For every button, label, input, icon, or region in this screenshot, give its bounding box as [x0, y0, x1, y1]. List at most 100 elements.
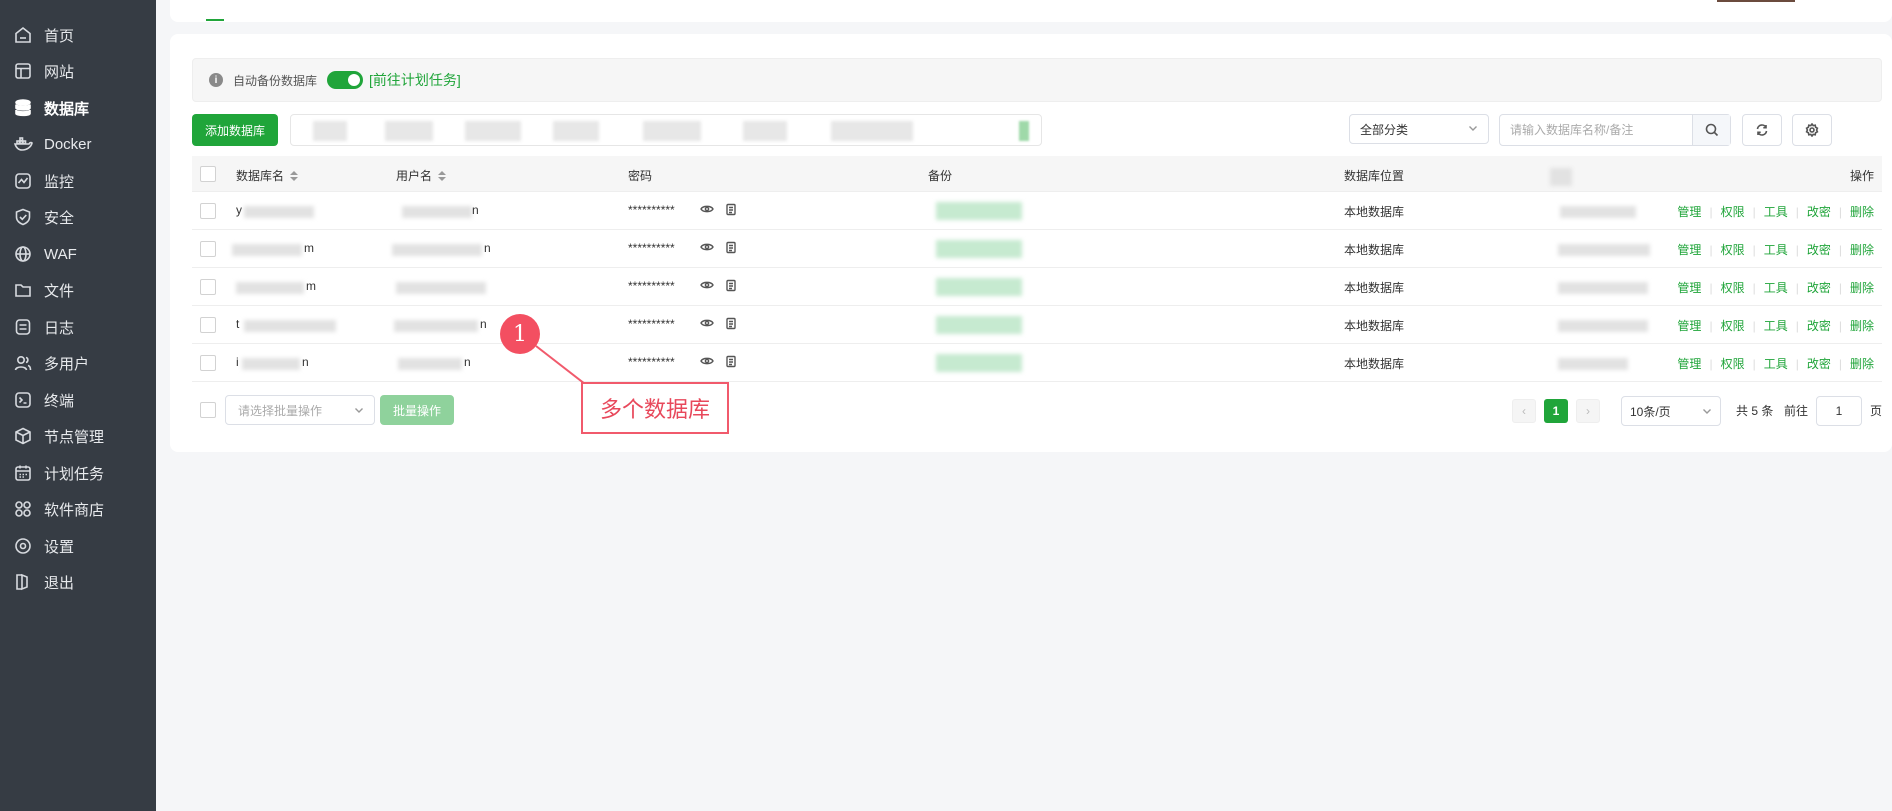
refresh-button[interactable]: [1742, 114, 1782, 146]
search-input[interactable]: [1500, 115, 1696, 145]
sidebar-item-database[interactable]: 数据库: [0, 90, 156, 126]
delete-link[interactable]: 删除: [1850, 279, 1874, 296]
delete-link[interactable]: 删除: [1850, 241, 1874, 258]
auto-backup-label: 自动备份数据库: [233, 73, 318, 88]
redacted-text: [242, 358, 300, 370]
database-name[interactable]: m: [306, 279, 316, 293]
search-icon: [1705, 123, 1718, 137]
category-select[interactable]: 全部分类: [1349, 114, 1489, 144]
database-name[interactable]: i: [236, 355, 239, 369]
sidebar-item-monitor[interactable]: 监控: [0, 163, 156, 199]
row-checkbox[interactable]: [200, 241, 216, 257]
table-row: i n n ********** 本地数据库 管理 | 权限 | 工具 | 改密 | 删…: [192, 344, 1882, 382]
next-page-button[interactable]: ›: [1576, 399, 1600, 423]
change-password-link[interactable]: 改密: [1807, 279, 1831, 296]
sidebar-item-settings[interactable]: 设置: [0, 528, 156, 564]
sidebar-item-website[interactable]: 网站: [0, 53, 156, 89]
delete-link[interactable]: 删除: [1850, 355, 1874, 372]
manage-link[interactable]: 管理: [1677, 317, 1701, 334]
row-checkbox[interactable]: [200, 203, 216, 219]
backup-info[interactable]: [936, 202, 1022, 220]
eye-icon[interactable]: [700, 202, 714, 216]
auto-backup-toggle[interactable]: [327, 71, 364, 89]
batch-action-select[interactable]: 请选择批量操作: [225, 395, 375, 425]
change-password-link[interactable]: 改密: [1807, 241, 1831, 258]
change-password-link[interactable]: 改密: [1807, 355, 1831, 372]
backup-info[interactable]: [936, 354, 1022, 372]
sidebar-item-logs[interactable]: 日志: [0, 309, 156, 345]
search-box: [1499, 114, 1731, 146]
copy-icon[interactable]: [724, 316, 738, 330]
password-mask: **********: [628, 279, 675, 293]
row-checkbox[interactable]: [200, 279, 216, 295]
logout-icon: [12, 571, 34, 593]
sidebar-item-nodes[interactable]: 节点管理: [0, 418, 156, 454]
permission-link[interactable]: 权限: [1721, 203, 1745, 220]
copy-icon[interactable]: [724, 240, 738, 254]
sidebar-item-store[interactable]: 软件商店: [0, 491, 156, 527]
sidebar-item-cron[interactable]: 计划任务: [0, 455, 156, 491]
header-username[interactable]: 用户名: [396, 167, 447, 184]
backup-info[interactable]: [936, 316, 1022, 334]
database-name[interactable]: t: [236, 317, 239, 331]
add-database-button[interactable]: 添加数据库: [192, 114, 278, 146]
tools-link[interactable]: 工具: [1764, 317, 1788, 334]
eye-icon[interactable]: [700, 278, 714, 292]
annotation-number-badge: 1: [500, 314, 540, 354]
header-backup: 备份: [928, 169, 953, 183]
database-name[interactable]: y: [236, 203, 242, 217]
goto-page-input[interactable]: [1816, 396, 1862, 426]
copy-icon[interactable]: [724, 278, 738, 292]
change-password-link[interactable]: 改密: [1807, 317, 1831, 334]
manage-link[interactable]: 管理: [1677, 241, 1701, 258]
tools-link[interactable]: 工具: [1764, 279, 1788, 296]
eye-icon[interactable]: [700, 240, 714, 254]
auto-backup-tip: i 自动备份数据库 [前往计划任务]: [192, 58, 1882, 102]
permission-link[interactable]: 权限: [1721, 355, 1745, 372]
sidebar-item-files[interactable]: 文件: [0, 272, 156, 308]
cron-task-link[interactable]: [前往计划任务]: [369, 70, 461, 90]
sidebar-item-security[interactable]: 安全: [0, 199, 156, 235]
database-name[interactable]: m: [304, 241, 314, 255]
sidebar-item-users[interactable]: 多用户: [0, 345, 156, 381]
manage-link[interactable]: 管理: [1677, 203, 1701, 220]
delete-link[interactable]: 删除: [1850, 203, 1874, 220]
row-checkbox[interactable]: [200, 317, 216, 333]
sidebar-item-home[interactable]: 首页: [0, 17, 156, 53]
header-database-name[interactable]: 数据库名: [236, 167, 299, 184]
settings-button[interactable]: [1792, 114, 1832, 146]
row-checkbox[interactable]: [200, 355, 216, 371]
permission-link[interactable]: 权限: [1721, 317, 1745, 334]
manage-link[interactable]: 管理: [1677, 355, 1701, 372]
annotation-label: 多个数据库: [581, 382, 729, 434]
sidebar-item-logout[interactable]: 退出: [0, 564, 156, 600]
batch-select-all-checkbox[interactable]: [200, 402, 216, 418]
permission-link[interactable]: 权限: [1721, 279, 1745, 296]
prev-page-button[interactable]: ‹: [1512, 399, 1536, 423]
eye-icon[interactable]: [700, 354, 714, 368]
copy-icon[interactable]: [724, 354, 738, 368]
database-type-tabs[interactable]: [290, 114, 1042, 146]
page-size-select[interactable]: 10条/页: [1621, 396, 1721, 426]
select-all-checkbox[interactable]: [200, 166, 216, 182]
backup-info[interactable]: [936, 240, 1022, 258]
database-name-tail: n: [302, 355, 309, 369]
tools-link[interactable]: 工具: [1764, 203, 1788, 220]
page-1-button[interactable]: 1: [1544, 399, 1568, 423]
delete-link[interactable]: 删除: [1850, 317, 1874, 334]
backup-info[interactable]: [936, 278, 1022, 296]
sidebar-item-waf[interactable]: WAF: [0, 236, 156, 272]
tools-link[interactable]: 工具: [1764, 355, 1788, 372]
search-button[interactable]: [1692, 115, 1730, 145]
batch-action-button[interactable]: 批量操作: [380, 395, 454, 425]
sidebar-item-label: 计划任务: [44, 465, 105, 483]
redacted-text: [236, 282, 304, 294]
permission-link[interactable]: 权限: [1721, 241, 1745, 258]
copy-icon[interactable]: [724, 202, 738, 216]
sidebar-item-terminal[interactable]: 终端: [0, 382, 156, 418]
change-password-link[interactable]: 改密: [1807, 203, 1831, 220]
eye-icon[interactable]: [700, 316, 714, 330]
manage-link[interactable]: 管理: [1677, 279, 1701, 296]
sidebar-item-docker[interactable]: Docker: [0, 126, 156, 162]
tools-link[interactable]: 工具: [1764, 241, 1788, 258]
